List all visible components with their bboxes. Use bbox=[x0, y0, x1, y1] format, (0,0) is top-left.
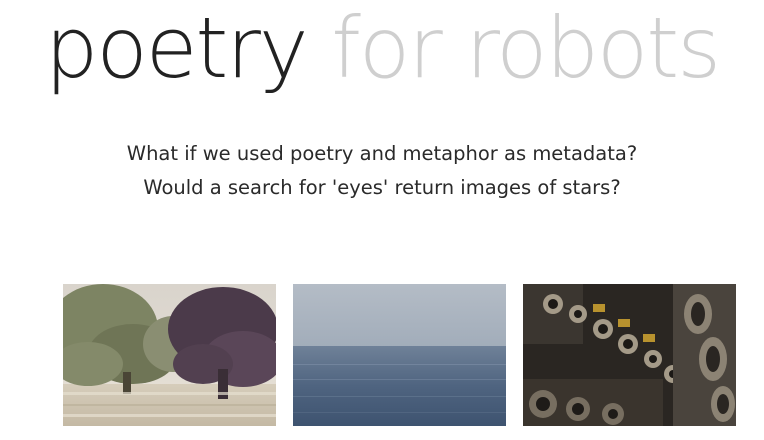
trees-photo[interactable] bbox=[63, 284, 276, 426]
trees-image bbox=[63, 284, 276, 426]
sea-photo[interactable] bbox=[293, 284, 506, 426]
engine-photo[interactable] bbox=[523, 284, 736, 426]
intro-line-1: What if we used poetry and metaphor as m… bbox=[126, 142, 638, 165]
title-for-robots: for robots bbox=[331, 0, 721, 97]
title-poetry: poetry bbox=[45, 0, 309, 97]
engine-image bbox=[523, 284, 736, 426]
sea-image bbox=[293, 284, 506, 426]
intro-line-2: Would a search for 'eyes' return images … bbox=[143, 176, 621, 199]
site-title: poetry for robots bbox=[0, 6, 764, 90]
image-gallery bbox=[0, 284, 764, 426]
